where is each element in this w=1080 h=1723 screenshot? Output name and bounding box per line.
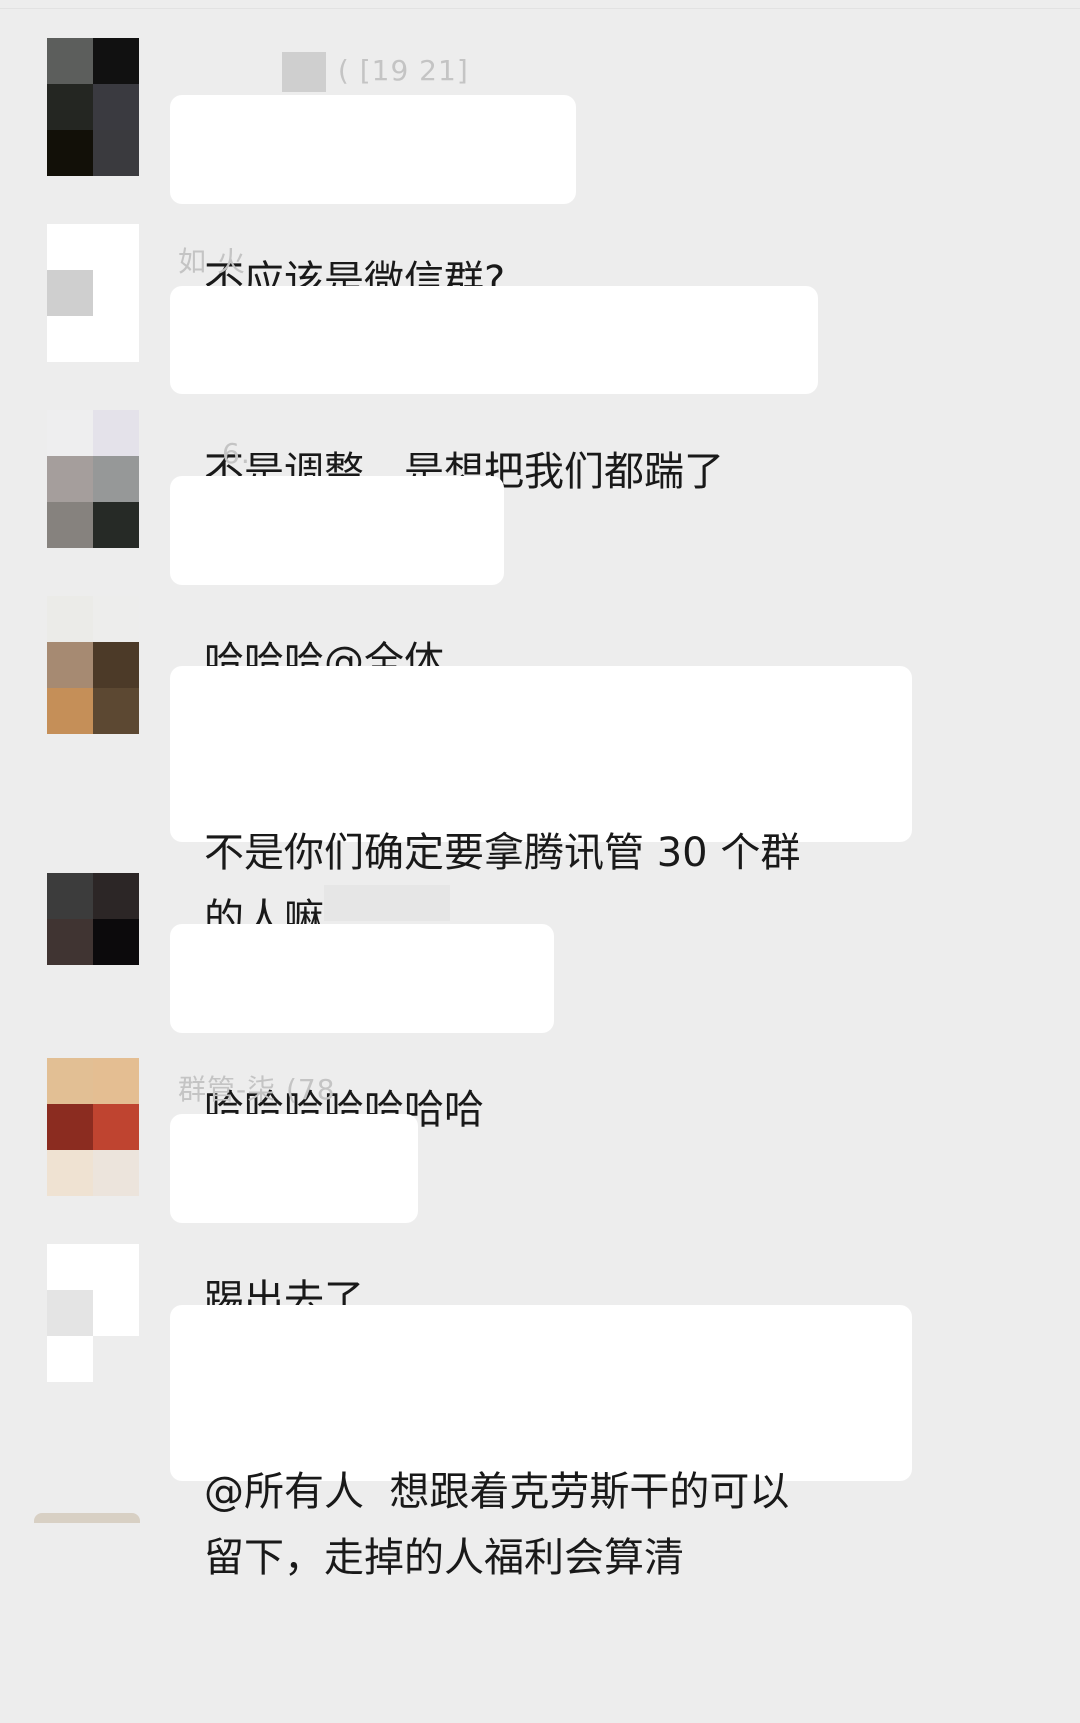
avatar[interactable] bbox=[47, 38, 139, 176]
avatar-pixel bbox=[47, 1336, 93, 1382]
avatar-pixel bbox=[47, 84, 93, 130]
message-text: @所有人 想跟着克劳斯干的可以 留下，走掉的人福利会算清 bbox=[204, 1469, 790, 1581]
avatar-pixel bbox=[93, 224, 139, 270]
avatar-pixel bbox=[47, 642, 93, 688]
message-bubble[interactable]: 不是调整，是想把我们都踹了 bbox=[170, 286, 818, 495]
top-divider bbox=[0, 8, 1080, 9]
avatar-pixel bbox=[93, 502, 139, 548]
next-avatar-partial bbox=[34, 1513, 140, 1523]
avatar[interactable] bbox=[47, 224, 139, 362]
avatar-pixel bbox=[93, 38, 139, 84]
avatar-pixel bbox=[93, 688, 139, 734]
avatar-pixel bbox=[93, 1150, 139, 1196]
avatar-pixel bbox=[47, 1290, 93, 1336]
avatar-pixel bbox=[93, 84, 139, 130]
message-bubble[interactable]: @所有人 想跟着克劳斯干的可以 留下，走掉的人福利会算清 bbox=[170, 1305, 912, 1581]
avatar-pixel bbox=[47, 965, 93, 1011]
avatar-pixel bbox=[47, 1244, 93, 1290]
avatar-pixel bbox=[93, 1058, 139, 1104]
avatar-pixel bbox=[47, 224, 93, 270]
avatar-pixel bbox=[47, 873, 93, 919]
avatar-pixel bbox=[47, 1150, 93, 1196]
avatar-pixel bbox=[47, 270, 93, 316]
avatar-pixel bbox=[47, 130, 93, 176]
avatar-pixel bbox=[93, 596, 139, 642]
sender-name bbox=[322, 884, 452, 921]
sender-name-text: 群管-柒 (78 bbox=[178, 1073, 336, 1106]
avatar[interactable] bbox=[47, 410, 139, 548]
sender-name-text: ( [19 21] bbox=[337, 54, 469, 87]
avatar-pixel bbox=[47, 38, 93, 84]
avatar-pixel bbox=[47, 688, 93, 734]
avatar-pixel bbox=[93, 410, 139, 456]
avatar-pixel bbox=[93, 965, 139, 1011]
avatar-pixel bbox=[47, 1104, 93, 1150]
avatar-pixel bbox=[47, 316, 93, 362]
avatar[interactable] bbox=[47, 1058, 139, 1196]
avatar-pixel bbox=[47, 410, 93, 456]
avatar[interactable] bbox=[47, 596, 139, 734]
redacted-block bbox=[282, 52, 326, 92]
sender-name: 6. bbox=[222, 436, 251, 472]
sender-name-text: 如 火 bbox=[178, 245, 246, 278]
message-bubble[interactable]: 踢出去了 bbox=[170, 1114, 418, 1323]
avatar-pixel bbox=[93, 1104, 139, 1150]
avatar-pixel bbox=[93, 316, 139, 362]
avatar-pixel bbox=[93, 919, 139, 965]
message-bubble[interactable]: 不是你们确定要拿腾讯管 30 个群 的人嘛 bbox=[170, 666, 912, 942]
avatar-pixel bbox=[93, 642, 139, 688]
avatar[interactable] bbox=[47, 873, 139, 1011]
avatar-pixel bbox=[93, 1290, 139, 1336]
avatar-pixel bbox=[93, 456, 139, 502]
avatar-pixel bbox=[47, 1058, 93, 1104]
avatar-pixel bbox=[47, 596, 93, 642]
sender-name: ( [19 21] bbox=[280, 52, 469, 92]
message-bubble[interactable]: 不应该是微信群? bbox=[170, 95, 576, 304]
redacted-block bbox=[324, 885, 450, 921]
avatar-pixel bbox=[93, 130, 139, 176]
sender-name-text: 6. bbox=[222, 437, 251, 470]
avatar-pixel bbox=[47, 456, 93, 502]
sender-name: 群管-柒 (78 bbox=[178, 1072, 336, 1108]
avatar-pixel bbox=[93, 1336, 139, 1382]
avatar-pixel bbox=[93, 270, 139, 316]
avatar-pixel bbox=[93, 1244, 139, 1290]
message-bubble[interactable]: 哈哈哈@全体 bbox=[170, 476, 504, 685]
avatar-pixel bbox=[47, 919, 93, 965]
sender-name: 如 火 bbox=[178, 244, 246, 280]
avatar-pixel bbox=[93, 873, 139, 919]
message-bubble[interactable]: 哈哈哈哈哈哈哈 bbox=[170, 924, 554, 1133]
chat-message-list[interactable]: ( [19 21] 不应该是微信群? 如 火 不是调整，是想把我们都踹了 6. … bbox=[0, 0, 1080, 1581]
avatar[interactable] bbox=[47, 1244, 139, 1382]
avatar-pixel bbox=[47, 502, 93, 548]
